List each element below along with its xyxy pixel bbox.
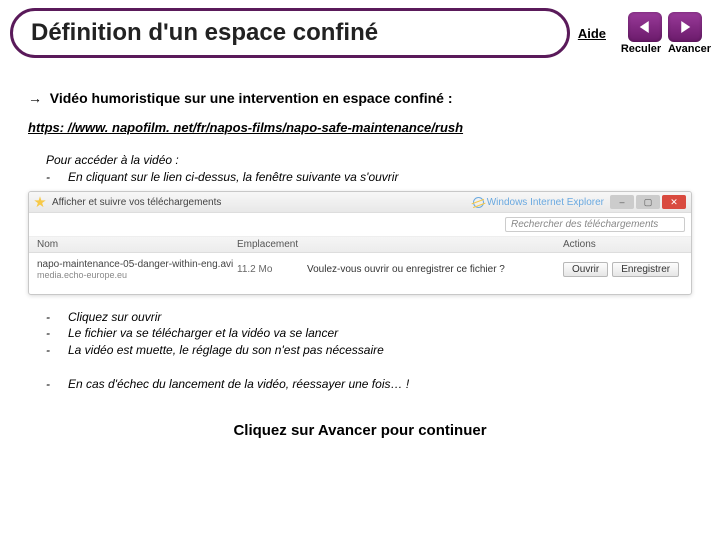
list-item: -Cliquez sur ouvrir [46, 309, 692, 325]
back-label: Reculer [620, 43, 662, 55]
col-location: Emplacement [237, 239, 307, 250]
list-item: -La vidéo est muette, le réglage du son … [46, 342, 692, 358]
footer-instruction: Cliquez sur Avancer pour continuer [28, 422, 692, 439]
search-input[interactable]: Rechercher des téléchargements [505, 217, 685, 232]
triangle-right-icon [676, 18, 694, 36]
col-name: Nom [37, 239, 237, 250]
list-item: -En cliquant sur le lien ci-dessus, la f… [46, 169, 692, 185]
star-icon [34, 196, 46, 208]
minimize-button[interactable]: – [610, 195, 634, 209]
download-question: Voulez-vous ouvrir ou enregistrer ce fic… [307, 264, 563, 275]
list-item: -Le fichier va se télécharger et la vidé… [46, 325, 692, 341]
intro-text: Pour accéder à la vidéo : [46, 153, 692, 167]
browser-label: Windows Internet Explorer [473, 197, 604, 208]
video-link[interactable]: https: //www. napofilm. net/fr/napos-fil… [28, 120, 692, 135]
download-dialog: Afficher et suivre vos téléchargements W… [28, 191, 692, 295]
file-size: 11.2 Mo [237, 264, 307, 275]
save-button[interactable]: Enregistrer [612, 262, 679, 277]
ie-icon [473, 197, 484, 208]
back-button[interactable] [628, 12, 662, 42]
close-button[interactable]: ✕ [662, 195, 686, 209]
list-item: -En cas d'échec du lancement de la vidéo… [46, 376, 692, 392]
col-actions: Actions [563, 239, 683, 250]
dialog-title: Afficher et suivre vos téléchargements [52, 197, 467, 208]
forward-button[interactable] [668, 12, 702, 42]
maximize-button[interactable]: ▢ [636, 195, 660, 209]
subtitle: → Vidéo humoristique sur une interventio… [28, 90, 692, 106]
help-link[interactable]: Aide [578, 26, 606, 41]
triangle-left-icon [636, 18, 654, 36]
file-host: media.echo-europe.eu [37, 270, 237, 280]
download-row: napo-maintenance-05-danger-within-eng.av… [29, 253, 691, 294]
nav-controls: Reculer Avancer [620, 12, 710, 55]
open-button[interactable]: Ouvrir [563, 262, 608, 277]
filename: napo-maintenance-05-danger-within-eng.av… [37, 259, 237, 270]
forward-label: Avancer [668, 43, 710, 55]
page-title: Définition d'un espace confiné [10, 8, 570, 58]
